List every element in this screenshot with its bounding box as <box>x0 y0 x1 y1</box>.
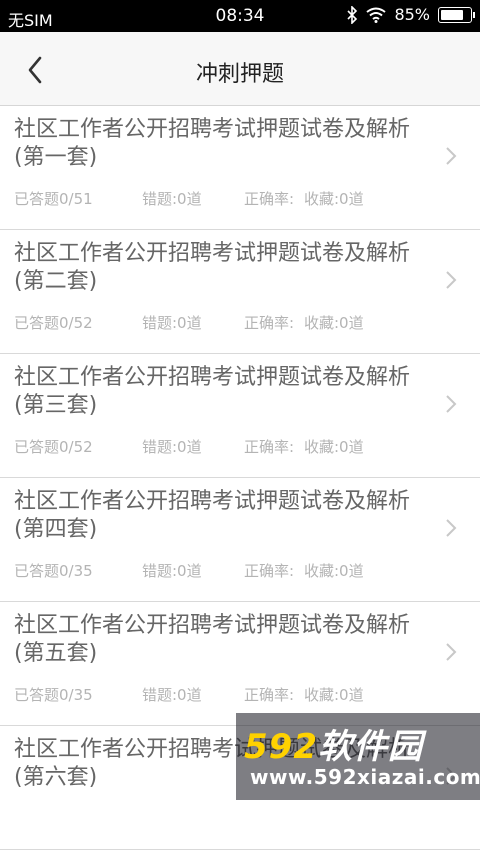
exam-stats: 已答题0/35 错题:0道 正确率: 收藏:0道 <box>14 560 364 581</box>
answered-count: 已答题0/35 <box>14 562 93 580</box>
chevron-right-icon <box>446 147 457 165</box>
exam-list-item[interactable]: 社区工作者公开招聘考试押题试卷及解析(第三套) 已答题0/52 错题:0道 正确率: 收… <box>0 354 480 478</box>
bluetooth-icon <box>347 5 358 24</box>
battery-level <box>441 9 464 20</box>
wrong-count: 错题:0道 <box>142 438 202 456</box>
status-icons: 85% <box>346 5 475 24</box>
battery-icon <box>438 6 475 23</box>
favorites-count: 收藏:0道 <box>304 562 364 580</box>
watermark-brand: 软件园 <box>317 727 423 767</box>
favorites-count: 收藏:0道 <box>304 438 364 456</box>
chevron-right-icon <box>446 395 457 413</box>
chevron-right-icon <box>446 643 457 661</box>
nav-header: 冲刺押题 <box>0 32 480 106</box>
wrong-count: 错题:0道 <box>142 562 202 580</box>
watermark-logo: 592软件园 <box>244 719 423 768</box>
exam-title: 社区工作者公开招聘考试押题试卷及解析(第一套) <box>14 117 411 170</box>
chevron-right-icon <box>446 519 457 537</box>
accuracy-rate: 正确率: <box>244 438 295 456</box>
watermark-url: www.592xiazai.com <box>250 765 480 789</box>
exam-list-item[interactable]: 社区工作者公开招聘考试押题试卷及解析(第一套) 已答题0/51 错题:0道 正确率: 收… <box>0 106 480 230</box>
watermark: 592软件园 www.592xiazai.com <box>236 713 480 800</box>
answered-count: 已答题0/51 <box>14 190 93 208</box>
exam-list-item[interactable]: 社区工作者公开招聘考试押题试卷及解析(第四套) 已答题0/35 错题:0道 正确率: 收… <box>0 478 480 602</box>
status-bar: 无SIM 08:34 85% <box>0 0 480 32</box>
exam-list-item[interactable]: 社区工作者公开招聘考试押题试卷及解析(第五套) 已答题0/35 错题:0道 正确率: 收… <box>0 602 480 726</box>
exam-stats: 已答题0/52 错题:0道 正确率: 收藏:0道 <box>14 436 364 457</box>
accuracy-rate: 正确率: <box>244 562 295 580</box>
answered-count: 已答题0/52 <box>14 314 93 332</box>
exam-title: 社区工作者公开招聘考试押题试卷及解析(第五套) <box>14 613 411 666</box>
exam-list-item[interactable]: 社区工作者公开招聘考试押题试卷及解析(第二套) 已答题0/52 错题:0道 正确率: 收… <box>0 230 480 354</box>
answered-count: 已答题0/35 <box>14 686 93 704</box>
accuracy-rate: 正确率: <box>244 190 295 208</box>
accuracy-rate: 正确率: <box>244 686 295 704</box>
favorites-count: 收藏:0道 <box>304 190 364 208</box>
wrong-count: 错题:0道 <box>142 190 202 208</box>
exam-stats: 已答题0/51 错题:0道 正确率: 收藏:0道 <box>14 188 364 209</box>
wrong-count: 错题:0道 <box>142 686 202 704</box>
battery-percent: 85% <box>394 5 430 24</box>
exam-stats: 已答题0/52 错题:0道 正确率: 收藏:0道 <box>14 312 364 333</box>
exam-title: 社区工作者公开招聘考试押题试卷及解析(第四套) <box>14 489 411 542</box>
exam-stats: 已答题0/35 错题:0道 正确率: 收藏:0道 <box>14 684 364 705</box>
exam-title: 社区工作者公开招聘考试押题试卷及解析(第二套) <box>14 241 411 294</box>
wrong-count: 错题:0道 <box>142 314 202 332</box>
exam-title: 社区工作者公开招聘考试押题试卷及解析(第三套) <box>14 365 411 418</box>
exam-stats <box>14 808 304 826</box>
watermark-number: 592 <box>244 727 318 767</box>
page-title: 冲刺押题 <box>195 62 284 87</box>
favorites-count: 收藏:0道 <box>304 314 364 332</box>
favorites-count: 收藏:0道 <box>304 686 364 704</box>
chevron-right-icon <box>446 271 457 289</box>
accuracy-rate: 正确率: <box>244 314 295 332</box>
wifi-icon <box>366 7 387 23</box>
answered-count: 已答题0/52 <box>14 438 93 456</box>
